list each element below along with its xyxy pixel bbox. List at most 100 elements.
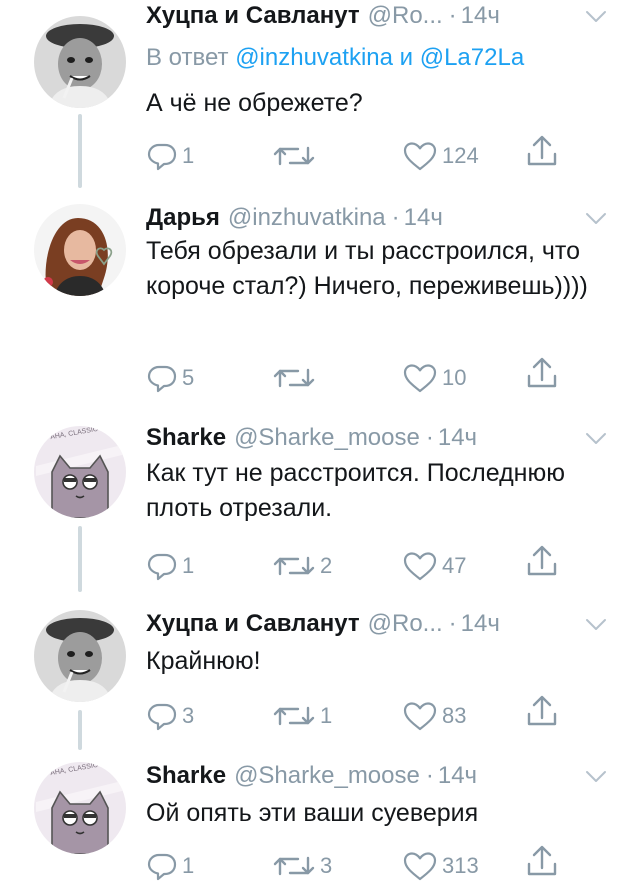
timestamp[interactable]: 14ч [438, 424, 477, 452]
author-handle[interactable]: @Ro... [368, 2, 443, 30]
like-icon [402, 850, 438, 882]
share-icon [526, 694, 558, 730]
mention-link[interactable]: @inzhuvatkina [235, 44, 393, 71]
avatar[interactable] [34, 610, 126, 702]
share-icon [526, 356, 558, 392]
chevron-down-icon[interactable] [584, 768, 608, 784]
timestamp[interactable]: 14ч [461, 610, 500, 638]
author-name[interactable]: Sharke [146, 424, 226, 452]
retweet-button[interactable] [272, 138, 320, 174]
share-button[interactable] [526, 844, 558, 880]
tweet-header: Дарья @inzhuvatkina · 14ч [146, 204, 608, 236]
chevron-down-icon[interactable] [584, 8, 608, 24]
reply-button[interactable]: 3 [146, 698, 194, 734]
share-button[interactable] [526, 694, 558, 730]
reply-button[interactable]: 1 [146, 848, 194, 884]
separator-dot: · [425, 762, 434, 789]
avatar[interactable] [34, 204, 126, 296]
reply-and: и [399, 44, 414, 71]
tweet[interactable]: Дарья @inzhuvatkina · 14ч Тебя обрезали … [0, 200, 640, 422]
tweet-text: Ой опять эти ваши суеверия [146, 799, 479, 827]
tweet-text: А чё не обрежете? [146, 89, 363, 117]
retweet-count: 3 [320, 853, 333, 878]
author-handle[interactable]: @Sharke_moose [234, 762, 420, 790]
retweet-button[interactable]: 2 [272, 548, 332, 584]
tweet-header: Хуцпа и Савланут @Ro... · 14ч [146, 2, 608, 34]
action-bar: 1 3 313 [146, 848, 576, 884]
tweet-text: Как тут не расстроится. Последнюю плоть … [146, 459, 565, 522]
reply-button[interactable]: 1 [146, 548, 194, 584]
retweet-count: 1 [320, 703, 333, 728]
reply-count: 1 [182, 553, 195, 578]
action-bar: 5 10 [146, 360, 576, 396]
timestamp[interactable]: 14ч [438, 762, 477, 790]
timestamp[interactable]: 14ч [404, 204, 443, 232]
reply-button[interactable]: 5 [146, 360, 194, 396]
thread-line [78, 526, 82, 592]
reply-icon [146, 700, 178, 732]
retweet-icon [272, 550, 316, 582]
reply-count: 1 [182, 143, 195, 168]
share-button[interactable] [526, 356, 558, 392]
share-icon [526, 544, 558, 580]
author-name[interactable]: Хуцпа и Савланут [146, 2, 360, 30]
like-button[interactable]: 47 [402, 548, 466, 584]
like-count: 83 [442, 703, 467, 728]
reply-count: 1 [182, 853, 195, 878]
tweet-header: Sharke @Sharke_moose · 14ч [146, 762, 608, 794]
separator-dot: · [448, 610, 457, 637]
separator-dot: · [425, 424, 434, 451]
timestamp[interactable]: 14ч [461, 2, 500, 30]
avatar[interactable]: AHA, CLASSIC [34, 762, 126, 854]
thread-line [78, 114, 82, 188]
tweet[interactable]: AHA, CLASSIC Sharke @Sharke_moose · 14ч … [0, 422, 640, 604]
author-name[interactable]: Sharke [146, 762, 226, 790]
retweet-icon [272, 362, 316, 394]
reply-count: 3 [182, 703, 195, 728]
reply-icon [146, 362, 178, 394]
author-handle[interactable]: @Ro... [368, 610, 443, 638]
like-button[interactable]: 313 [402, 848, 479, 884]
retweet-icon [272, 850, 316, 882]
separator-dot: · [391, 204, 400, 231]
like-icon [402, 700, 438, 732]
author-handle[interactable]: @inzhuvatkina [228, 204, 386, 232]
tweet-text: Тебя обрезали и ты расстроился, что коро… [146, 237, 588, 300]
share-icon [526, 134, 558, 170]
thread-line [78, 710, 82, 750]
author-name[interactable]: Дарья [146, 204, 220, 232]
avatar[interactable] [34, 16, 126, 108]
tweet[interactable]: Хуцпа и Савланут @Ro... · 14ч В ответ @i… [0, 0, 640, 200]
tweet-header: Хуцпа и Савланут @Ro... · 14ч [146, 610, 608, 642]
author-handle[interactable]: @Sharke_moose [234, 424, 420, 452]
author-name[interactable]: Хуцпа и Савланут [146, 610, 360, 638]
like-icon [402, 140, 438, 172]
action-bar: 1 2 47 [146, 548, 576, 584]
chevron-down-icon[interactable] [584, 616, 608, 632]
reply-button[interactable]: 1 [146, 138, 194, 174]
like-button[interactable]: 83 [402, 698, 466, 734]
chevron-down-icon[interactable] [584, 210, 608, 226]
like-icon [402, 550, 438, 582]
share-button[interactable] [526, 544, 558, 580]
like-count: 124 [442, 143, 479, 168]
like-button[interactable]: 10 [402, 360, 466, 396]
chevron-down-icon[interactable] [584, 430, 608, 446]
retweet-icon [272, 700, 316, 732]
share-button[interactable] [526, 134, 558, 170]
retweet-button[interactable] [272, 360, 320, 396]
retweet-button[interactable]: 3 [272, 848, 332, 884]
avatar[interactable]: AHA, CLASSIC [34, 426, 126, 518]
tweet[interactable]: AHA, CLASSIC Sharke @Sharke_moose · 14ч … [0, 758, 640, 888]
like-icon [402, 362, 438, 394]
tweet[interactable]: Хуцпа и Савланут @Ro... · 14ч Крайнюю! 3… [0, 604, 640, 758]
mention-link[interactable]: @La72La [420, 44, 524, 71]
reply-icon [146, 850, 178, 882]
like-count: 47 [442, 553, 467, 578]
tweet-text: Крайнюю! [146, 647, 261, 675]
like-button[interactable]: 124 [402, 138, 479, 174]
like-count: 313 [442, 853, 479, 878]
retweet-button[interactable]: 1 [272, 698, 332, 734]
reply-icon [146, 140, 178, 172]
action-bar: 1 124 [146, 138, 576, 174]
